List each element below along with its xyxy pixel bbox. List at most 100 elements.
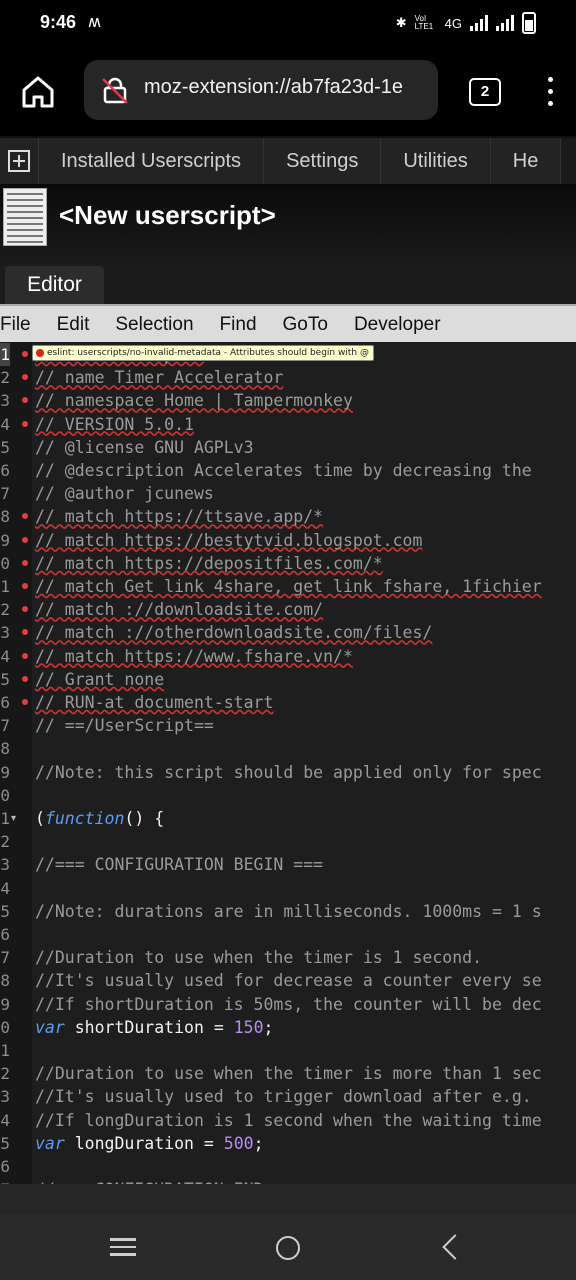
code-line[interactable]: 30 var shortDuration = 150; [0, 1016, 576, 1039]
tab-help[interactable]: He [490, 138, 562, 184]
code-line[interactable]: 3 // namespace Home | Tampermonkey [0, 389, 576, 412]
code-line[interactable]: 23 //=== CONFIGURATION BEGIN === [0, 853, 576, 876]
home-button-icon[interactable] [276, 1236, 300, 1260]
line-number: 8 [0, 507, 10, 527]
line-number: 17 [0, 716, 10, 736]
code-line[interactable]: 31 [0, 1039, 576, 1062]
code-line[interactable]: 36 [0, 1155, 576, 1178]
error-marker-icon [22, 699, 28, 705]
code-line[interactable]: 29 //If shortDuration is 50ms, the counte… [0, 993, 576, 1016]
code-line[interactable]: 16 // RUN-at document-start [0, 691, 576, 714]
code-line[interactable]: 7 // @author jcunews [0, 482, 576, 505]
code-line[interactable]: 35 var longDuration = 500; [0, 1132, 576, 1155]
code-token: // match https://depositfiles.com/* [35, 553, 383, 573]
code-token: shortDuration = [64, 1017, 234, 1037]
code-line[interactable]: 19 //Note: this script should be applied … [0, 761, 576, 784]
home-icon[interactable] [16, 70, 60, 114]
back-icon[interactable] [442, 1234, 468, 1260]
code-text: //It's usually used for decrease a count… [35, 969, 542, 992]
line-number: 36 [0, 1157, 10, 1176]
code-text: // match https://ttsave.app/* [35, 505, 323, 528]
tab-count-button[interactable]: 2 [469, 78, 501, 106]
code-line[interactable]: 15 // Grant none [0, 668, 576, 691]
code-line[interactable]: 14 // match https://www.fshare.vn/* [0, 645, 576, 668]
error-marker-icon [22, 629, 28, 636]
code-line[interactable]: 21▾ (function() { [0, 807, 576, 830]
menu-goto[interactable]: GoTo [283, 314, 328, 336]
line-number: 24 [0, 878, 10, 898]
menu-file[interactable]: File [0, 314, 31, 336]
code-line[interactable]: 28 //It's usually used for decrease a cou… [0, 969, 576, 992]
code-text: // @author jcunews [35, 482, 214, 505]
code-token: //If longDuration is 1 second when the w… [35, 1110, 542, 1130]
tab-installed-userscripts[interactable]: Installed Userscripts [39, 138, 265, 184]
code-line[interactable]: 6 // @description Accelerates time by dec… [0, 459, 576, 482]
horizontal-scrollbar[interactable] [0, 1184, 576, 1214]
line-number: 10 [0, 553, 10, 573]
code-text: // ==/UserScript== [35, 714, 214, 737]
insecure-lock-icon[interactable] [100, 76, 130, 106]
code-line[interactable]: 20 [0, 784, 576, 807]
code-token: // match ://downloadsite.com/ [35, 600, 324, 620]
system-navbar [0, 1214, 576, 1280]
script-title: <New userscript> [59, 200, 276, 230]
code-token: // name Timer Accelerator [35, 368, 284, 388]
code-token: // @description Accelerates time by decr… [35, 461, 532, 480]
code-token: 150 [233, 1017, 264, 1037]
code-text: // match https://bestytvid.blogspot.com [35, 529, 422, 552]
code-line[interactable]: 10 // match https://depositfiles.com/* [0, 552, 576, 575]
code-line[interactable]: 8 // match https://ttsave.app/* [0, 505, 576, 528]
code-line[interactable]: 26 [0, 923, 576, 946]
code-line[interactable]: 18 [0, 737, 576, 760]
code-line[interactable]: 27 //Duration to use when the timer is 1 … [0, 946, 576, 969]
url-bar[interactable]: moz-extension://ab7fa23d-1e [84, 60, 438, 120]
code-line[interactable]: 4 // VERSION 5.0.1 [0, 413, 576, 436]
code-token: ; [253, 1133, 264, 1153]
code-token: //Duration to use when the timer is more… [35, 1064, 542, 1084]
fold-arrow-icon[interactable]: ▾ [11, 807, 16, 830]
tab-utilities[interactable]: Utilities [381, 138, 491, 184]
code-line[interactable]: 12 // match ://downloadsite.com/ [0, 598, 576, 621]
tab-editor[interactable]: Editor [5, 266, 104, 304]
code-token: 500 [223, 1133, 254, 1153]
error-marker-icon [22, 513, 28, 520]
menu-edit[interactable]: Edit [57, 314, 90, 336]
code-token: //Note: durations are in milliseconds. 1… [35, 901, 542, 921]
line-number: 9 [0, 530, 10, 550]
tab-settings[interactable]: Settings [264, 138, 382, 184]
line-number: 16 [0, 693, 10, 712]
code-token: //It's usually used for decrease a count… [35, 971, 542, 991]
code-token: ( [35, 809, 45, 828]
browser-toolbar: moz-extension://ab7fa23d-1e 2 [0, 48, 576, 136]
code-line[interactable]: 17 // ==/UserScript== [0, 714, 576, 737]
code-line[interactable]: 13 // match ://otherdownloadsite.com/file… [0, 621, 576, 644]
code-line[interactable]: 2 // name Timer Accelerator [0, 366, 576, 389]
network-type: 4G [444, 15, 462, 31]
new-script-tab[interactable] [0, 138, 39, 184]
bluetooth-icon: ✱ [395, 15, 407, 30]
url-text[interactable]: moz-extension://ab7fa23d-1e [144, 76, 403, 99]
code-line[interactable]: 33 //It's usually used to trigger downloa… [0, 1085, 576, 1108]
code-line[interactable]: 34 //If longDuration is 1 second when the… [0, 1109, 576, 1132]
battery-icon [522, 12, 536, 34]
more-menu-icon[interactable] [540, 74, 560, 110]
code-line[interactable]: 24 [0, 877, 576, 900]
code-token: var [35, 1017, 65, 1037]
error-marker-icon [22, 652, 28, 659]
menu-find[interactable]: Find [220, 314, 257, 336]
code-editor[interactable]: 1// ==UserScript==2// name Timer Acceler… [0, 342, 576, 1184]
code-line[interactable]: 5 // @license GNU AGPLv3 [0, 436, 576, 459]
code-line[interactable]: 22 [0, 830, 576, 853]
line-number: 3 [0, 391, 10, 411]
lint-tooltip: eslint: userscripts/no-invalid-metadata … [32, 345, 374, 361]
line-number: 13 [0, 623, 10, 643]
code-line[interactable]: 25 //Note: durations are in milliseconds.… [0, 900, 576, 923]
code-token: //Note: this script should be applied on… [35, 762, 542, 782]
code-line[interactable]: 32 //Duration to use when the timer is mo… [0, 1062, 576, 1085]
recent-apps-icon[interactable] [110, 1238, 136, 1256]
script-header: <New userscript> [0, 184, 576, 264]
code-line[interactable]: 9 // match https://bestytvid.blogspot.com [0, 529, 576, 552]
code-line[interactable]: 11 // match Get link 4share, get link fsh… [0, 575, 576, 598]
menu-selection[interactable]: Selection [115, 314, 193, 336]
menu-developer[interactable]: Developer [354, 314, 441, 336]
